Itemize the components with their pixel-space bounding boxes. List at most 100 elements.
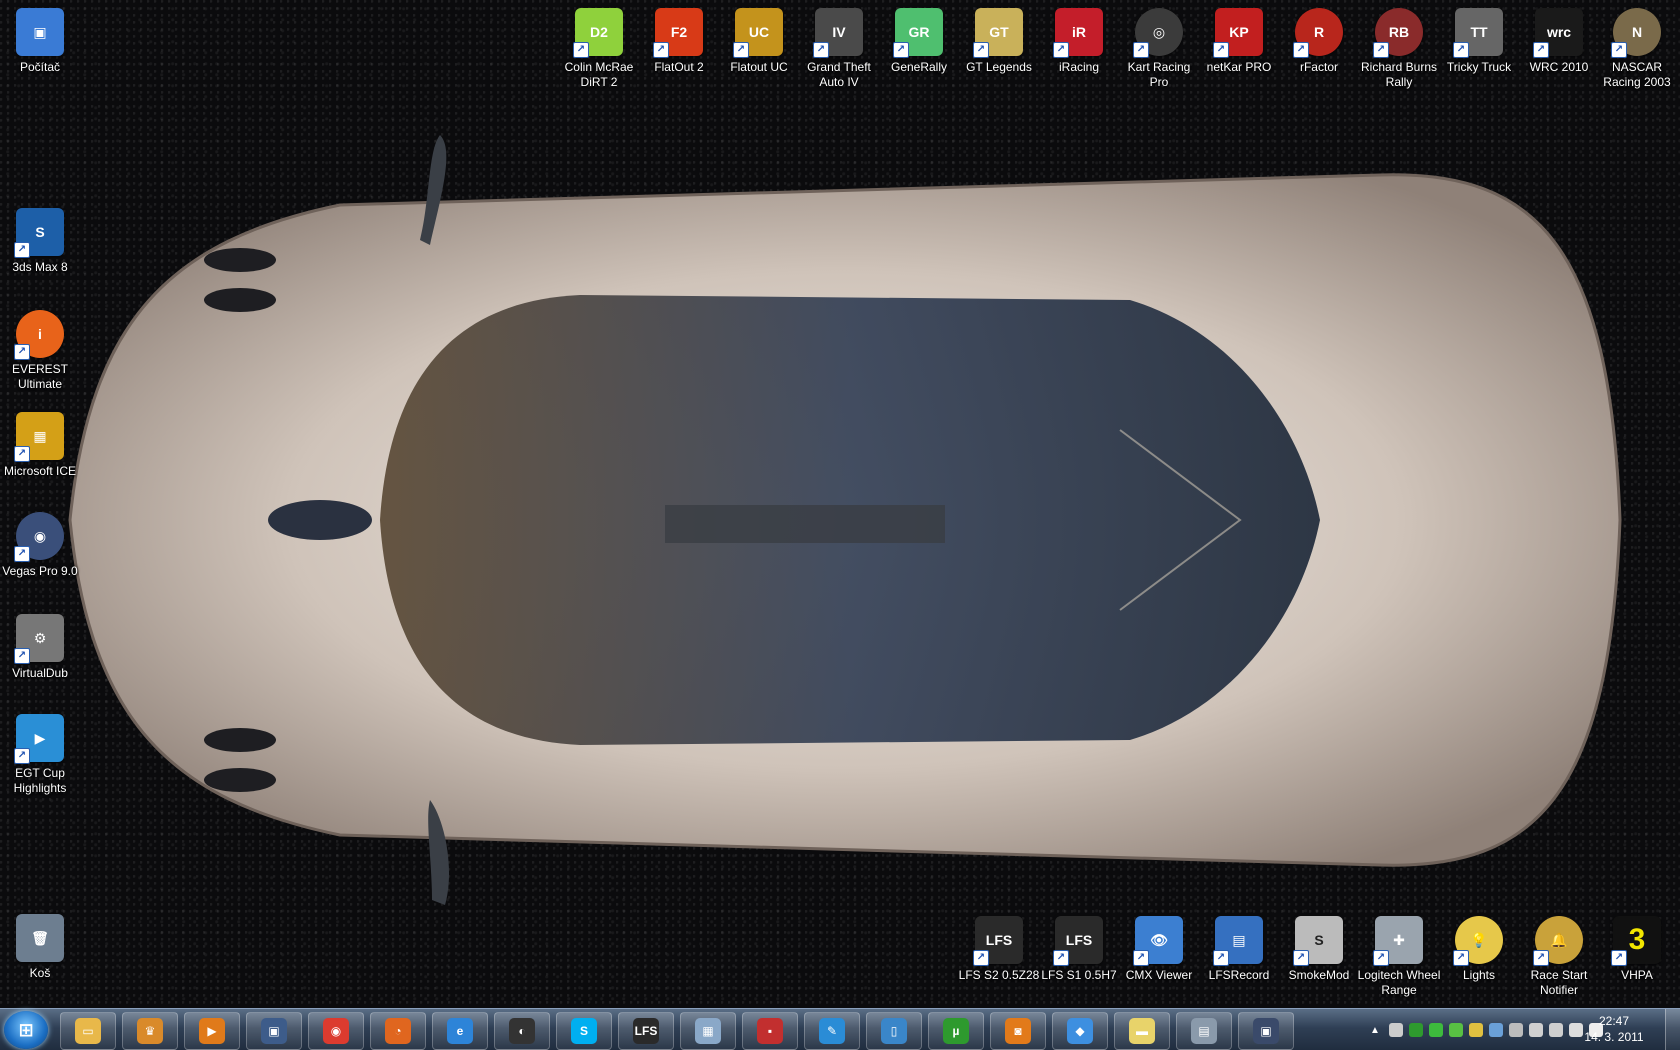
generally-icon: GR ↗ (893, 8, 943, 58)
desktop-icon-lights[interactable]: 💡 ↗ Lights (1440, 916, 1518, 983)
desktop-icon-iracing[interactable]: iR ↗ iRacing (1040, 8, 1118, 75)
taskbar-button-monitor-app[interactable]: ▣ (246, 1012, 302, 1050)
tray-icon[interactable] (1508, 1023, 1523, 1037)
taskbar-clock[interactable]: 22:47 14. 3. 2011 (1572, 1013, 1656, 1045)
bell-icon: 🔔 ↗ (1533, 916, 1583, 966)
book-icon: ▯ (881, 1018, 907, 1044)
desktop-icon-rfactor[interactable]: R ↗ rFactor (1280, 8, 1358, 75)
taskbar-button-steam[interactable]: ◐ (494, 1012, 550, 1050)
cmx-viewer-icon: 👁 ↗ (1133, 916, 1183, 966)
show-desktop-button[interactable] (1665, 1009, 1680, 1050)
tray-icon[interactable] (1408, 1023, 1423, 1037)
taskbar-button-utorrent[interactable]: µ (928, 1012, 984, 1050)
desktop-icon-cmx-viewer[interactable]: 👁 ↗ CMX Viewer (1120, 916, 1198, 983)
shortcut-arrow-icon: ↗ (1133, 42, 1149, 58)
desktop-icon-label: Microsoft ICE (3, 464, 76, 478)
tray-icon[interactable] (1428, 1023, 1443, 1037)
netkar-icon: KP ↗ (1213, 8, 1263, 58)
taskbar-button-photo[interactable]: ◙ (990, 1012, 1046, 1050)
smokemod-icon: S ↗ (1293, 916, 1343, 966)
desktop-icon-label: Colin McRae DiRT 2 (564, 60, 634, 89)
microsoft-ice-icon: ▦ ↗ (14, 412, 64, 462)
desktop-icon-tricky-truck[interactable]: TT ↗ Tricky Truck (1440, 8, 1518, 75)
desktop-icon-lfsrecord[interactable]: ▤ ↗ LFSRecord (1200, 916, 1278, 983)
taskbar-button-dropbox[interactable]: ◆ (1052, 1012, 1108, 1050)
steam-icon: ◐ (509, 1018, 535, 1044)
desktop-icon-label: VirtualDub (12, 666, 68, 680)
desktop-icon-vhpa[interactable]: 3 ↗ VHPA (1598, 916, 1676, 983)
taskbar-button-skype[interactable]: S (556, 1012, 612, 1050)
taskbar-button-sticky-notes[interactable]: ▬ (1114, 1012, 1170, 1050)
desktop-icon-3ds-max[interactable]: S ↗ 3ds Max 8 (1, 208, 79, 275)
taskbar-button-media-player[interactable]: ▶ (184, 1012, 240, 1050)
tray-icon[interactable] (1548, 1023, 1563, 1037)
desktop-icon-vegas-pro[interactable]: ◉ ↗ Vegas Pro 9.0 (1, 512, 79, 579)
monitor-app-icon: ▣ (261, 1018, 287, 1044)
desktop-icon-label: WRC 2010 (1529, 60, 1589, 74)
explorer-folder-icon: ▭ (75, 1018, 101, 1044)
desktop-icon-virtualdub[interactable]: ⚙ ↗ VirtualDub (1, 614, 79, 681)
virtualdub-icon: ⚙ ↗ (14, 614, 64, 664)
shortcut-arrow-icon: ↗ (1533, 42, 1549, 58)
desktop-icon-pocitac[interactable]: ▣ Počítač (1, 8, 79, 75)
tray-icon[interactable] (1528, 1023, 1543, 1037)
desktop-icon-label: Koš (29, 966, 51, 980)
gamepad-icon: ✚ ↗ (1373, 916, 1423, 966)
desktop-icon-kos[interactable]: 🗑 Koš (1, 914, 79, 981)
vegas-icon: ◉ ↗ (14, 512, 64, 562)
taskbar-button-save-disk[interactable]: ▪ (742, 1012, 798, 1050)
desktop-icon-label: LFS S2 0.5Z28 (958, 968, 1040, 982)
desktop-icon-nascar[interactable]: N ↗ NASCAR Racing 2003 (1598, 8, 1676, 90)
taskbar-button-notepad[interactable]: ▤ (1176, 1012, 1232, 1050)
desktop[interactable]: ▣ Počítač S ↗ 3ds Max 8 i ↗ EVEREST Ultima… (0, 0, 1680, 1008)
desktop-icon-label: Flatout UC (730, 60, 788, 74)
desktop-icon-flatout-uc[interactable]: UC ↗ Flatout UC (720, 8, 798, 75)
taskbar-button-book[interactable]: ▯ (866, 1012, 922, 1050)
kart-racing-icon: ◎ ↗ (1133, 8, 1183, 58)
rfactor-icon: R ↗ (1293, 8, 1343, 58)
desktop-icon-gt-legends[interactable]: GT ↗ GT Legends (960, 8, 1038, 75)
desktop-icon-rbr[interactable]: RB ↗ Richard Burns Rally (1360, 8, 1438, 90)
save-disk-icon: ▪ (757, 1018, 783, 1044)
tray-icon[interactable] (1448, 1023, 1463, 1037)
taskbar-button-remote-desktop[interactable]: ▣ (1238, 1012, 1294, 1050)
pinned-app-icon: ♛ (137, 1018, 163, 1044)
tray-icon[interactable] (1388, 1023, 1403, 1037)
desktop-icon-label: VHPA (1621, 968, 1653, 982)
desktop-icon-dirt2[interactable]: D2 ↗ Colin McRae DiRT 2 (560, 8, 638, 90)
flatout-uc-icon: UC ↗ (733, 8, 783, 58)
shortcut-arrow-icon: ↗ (573, 42, 589, 58)
show-hidden-icons-arrow-icon[interactable]: ▲ (1370, 1025, 1380, 1036)
desktop-icon-wrc-2010[interactable]: wrc ↗ WRC 2010 (1520, 8, 1598, 75)
shortcut-arrow-icon: ↗ (733, 42, 749, 58)
taskbar-button-lfs[interactable]: LFS (618, 1012, 674, 1050)
taskbar-button-quill[interactable]: ✎ (804, 1012, 860, 1050)
shortcut-arrow-icon: ↗ (1453, 42, 1469, 58)
desktop-icon-generally[interactable]: GR ↗ GeneRally (880, 8, 958, 75)
tray-icon[interactable] (1488, 1023, 1503, 1037)
desktop-icon-lfs-s1[interactable]: LFS ↗ LFS S1 0.5H7 (1040, 916, 1118, 983)
desktop-icon-lfs-s2[interactable]: LFS ↗ LFS S2 0.5Z28 (958, 916, 1040, 983)
desktop-icon-label: Logitech Wheel Range (1357, 968, 1441, 997)
desktop-icon-egt-cup[interactable]: ▶ ↗ EGT Cup Highlights (1, 714, 79, 796)
taskbar-button-explorer-folder[interactable]: ▭ (60, 1012, 116, 1050)
desktop-icon-microsoft-ice[interactable]: ▦ ↗ Microsoft ICE (1, 412, 79, 479)
taskbar-button-calculator[interactable]: ▦ (680, 1012, 736, 1050)
desktop-icon-netkar-pro[interactable]: KP ↗ netKar PRO (1200, 8, 1278, 75)
desktop-icon-flatout2[interactable]: F2 ↗ FlatOut 2 (640, 8, 718, 75)
desktop-icon-everest[interactable]: i ↗ EVEREST Ultimate (1, 310, 79, 392)
start-button[interactable]: ⊞ (4, 1011, 48, 1049)
desktop-icon-race-start-notifier[interactable]: 🔔 ↗ Race Start Notifier (1520, 916, 1598, 998)
photo-icon: ◙ (1005, 1018, 1031, 1044)
taskbar-button-chrome[interactable]: ◉ (308, 1012, 364, 1050)
taskbar-button-pinned-app[interactable]: ♛ (122, 1012, 178, 1050)
tray-icon[interactable] (1468, 1023, 1483, 1037)
desktop-icon-gta4[interactable]: IV ↗ Grand Theft Auto IV (800, 8, 878, 90)
taskbar-button-firefox[interactable]: ◔ (370, 1012, 426, 1050)
dirt2-icon: D2 ↗ (573, 8, 623, 58)
desktop-icon-label: FlatOut 2 (654, 60, 704, 74)
desktop-icon-logitech-wheel[interactable]: ✚ ↗ Logitech Wheel Range (1357, 916, 1441, 998)
taskbar-button-internet-explorer[interactable]: e (432, 1012, 488, 1050)
desktop-icon-smokemod[interactable]: S ↗ SmokeMod (1280, 916, 1358, 983)
desktop-icon-kart-racing-pro[interactable]: ◎ ↗ Kart Racing Pro (1120, 8, 1198, 90)
